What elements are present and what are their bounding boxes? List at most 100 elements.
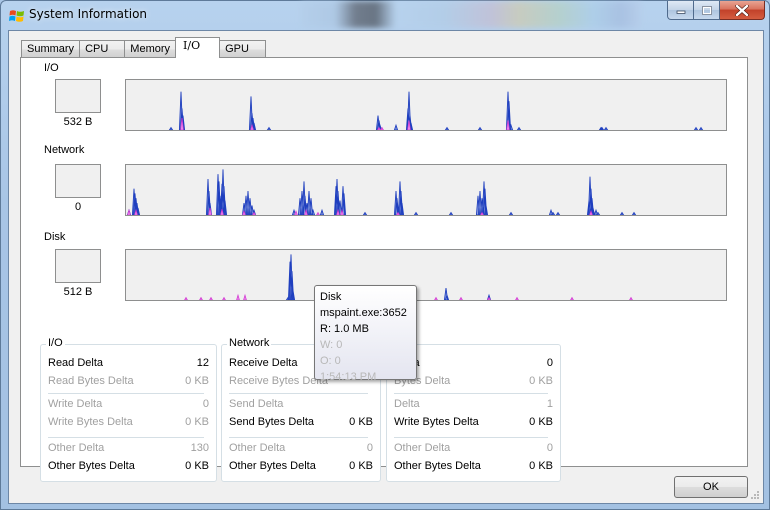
stat-label: Write Bytes Delta	[48, 416, 133, 428]
stat-row: Bytes Delta 0 KB	[394, 375, 553, 389]
tab-gpu[interactable]: GPU	[219, 40, 266, 58]
group-separator	[394, 437, 548, 438]
network-mini-graph	[55, 164, 101, 198]
stat-row: Write Delta 0	[48, 398, 209, 412]
stat-value: 0	[202, 398, 209, 410]
close-button[interactable]	[720, 1, 765, 20]
group-separator	[229, 393, 368, 394]
group-separator	[48, 437, 204, 438]
disk-graph-tooltip: Disk mspaint.exe:3652 R: 1.0 MB W: 0 O: …	[314, 285, 417, 383]
stat-row: Write Bytes Delta 0 KB	[394, 416, 553, 430]
stat-row: Other Bytes Delta 0 KB	[48, 460, 209, 474]
stat-label: Other Delta	[229, 442, 286, 454]
minimize-button[interactable]	[667, 1, 694, 20]
title-bar[interactable]: System Information	[1, 1, 770, 29]
stat-value: 1	[546, 398, 553, 410]
io-current-value: 532 B	[63, 116, 93, 128]
maximize-icon	[701, 5, 712, 15]
io-tab-panel: I/O 532 B Network 0 Disk 512 B I/O Read …	[20, 57, 748, 482]
maximize-button[interactable]	[694, 1, 720, 20]
io-group-title: I/O	[46, 337, 65, 349]
tab-memory[interactable]: Memory	[124, 40, 177, 58]
network-primary-series	[126, 169, 637, 215]
stat-value: 0 KB	[185, 460, 209, 472]
stat-value: 0	[546, 442, 553, 454]
stat-label: Read Delta	[48, 357, 104, 369]
disk-graph-canvas	[184, 254, 633, 300]
dialog-client-area: Summary CPU Memory I/O GPU I/O 532 B Net…	[8, 30, 764, 504]
stat-label: Send Delta	[229, 398, 284, 410]
resize-grip-icon[interactable]	[750, 490, 760, 500]
stat-label: Receive Delta	[229, 357, 298, 369]
caption-buttons	[667, 1, 765, 20]
stat-label: Other Delta	[394, 442, 451, 454]
network-history-graph[interactable]	[125, 164, 727, 216]
tooltip-write: W: 0	[320, 339, 343, 351]
network-section-label: Network	[44, 144, 85, 156]
io-graph-canvas	[168, 91, 704, 130]
stat-value: 0 KB	[529, 460, 553, 472]
stat-row: Read Delta 12	[48, 357, 209, 371]
stat-label: Other Bytes Delta	[48, 460, 135, 472]
stat-label: Read Bytes Delta	[48, 375, 134, 387]
stat-label: Send Bytes Delta	[229, 416, 314, 428]
disk-section-label: Disk	[44, 231, 66, 243]
disk-history-graph[interactable]	[125, 249, 727, 301]
stat-label: Write Delta	[48, 398, 103, 410]
stat-label: Other Bytes Delta	[394, 460, 481, 472]
group-separator	[48, 393, 204, 394]
stat-row: Other Bytes Delta 0 KB	[229, 460, 373, 474]
stat-row: Delta0	[394, 357, 553, 371]
tooltip-other: O: 0	[320, 355, 341, 367]
tooltip-process: mspaint.exe:3652	[320, 307, 407, 319]
network-group-title: Network	[227, 337, 272, 349]
stat-value: 0 KB	[349, 460, 373, 472]
stat-value: 0 KB	[349, 416, 373, 428]
stat-value: 0 KB	[529, 375, 553, 387]
tab-cpu[interactable]: CPU	[79, 40, 126, 58]
tab-summary[interactable]: Summary	[21, 40, 81, 58]
io-secondary-series	[180, 117, 510, 130]
network-graph-canvas	[126, 169, 637, 215]
stat-row: Other Delta 0	[229, 442, 373, 456]
stat-label: Other Bytes Delta	[229, 460, 316, 472]
stat-row: Write Bytes Delta 0 KB	[48, 416, 209, 430]
stat-row: Other Delta 0	[394, 442, 553, 456]
tab-io[interactable]: I/O	[175, 37, 221, 58]
io-mini-graph	[55, 79, 101, 113]
disk-current-value: 512 B	[63, 286, 93, 298]
close-icon	[735, 4, 749, 16]
stat-label: Delta	[394, 398, 420, 410]
disk-mini-graph	[55, 249, 101, 283]
tab-strip: Summary CPU Memory I/O GPU	[21, 37, 266, 58]
window-title: System Information	[29, 7, 148, 21]
network-secondary-series	[127, 207, 593, 215]
minimize-icon	[676, 10, 685, 14]
ok-button[interactable]: OK	[674, 476, 748, 498]
system-information-window: System Information Summary CPU Memory I/…	[0, 0, 770, 510]
stat-value: 12	[196, 357, 209, 369]
stat-label: Write Bytes Delta	[394, 416, 479, 428]
stat-row: Delta 1	[394, 398, 553, 412]
stat-row: Other Delta 130	[48, 442, 209, 456]
io-history-graph[interactable]	[125, 79, 727, 131]
stat-value: 0 KB	[185, 416, 209, 428]
stat-row: Send Bytes Delta 0 KB	[229, 416, 373, 430]
tooltip-title: Disk	[320, 291, 342, 303]
io-section-label: I/O	[44, 62, 59, 74]
stat-label: Other Delta	[48, 442, 105, 454]
stat-value: 0	[546, 357, 553, 369]
tooltip-time: 1:54:13 PM	[320, 371, 377, 383]
stat-value: 0 KB	[529, 416, 553, 428]
stat-value: 0	[366, 442, 373, 454]
group-separator	[394, 393, 548, 394]
stat-row: Send Delta	[229, 398, 373, 412]
stat-row: Read Bytes Delta 0 KB	[48, 375, 209, 389]
stat-row: Other Bytes Delta 0 KB	[394, 460, 553, 474]
windows-flag-icon	[9, 10, 24, 22]
io-stats-group: I/O Read Delta 12 Read Bytes Delta 0 KB Writ…	[40, 337, 217, 482]
stat-value: 0 KB	[185, 375, 209, 387]
stat-value: 130	[190, 442, 209, 454]
group-separator	[229, 437, 368, 438]
network-current-value: 0	[74, 201, 82, 213]
